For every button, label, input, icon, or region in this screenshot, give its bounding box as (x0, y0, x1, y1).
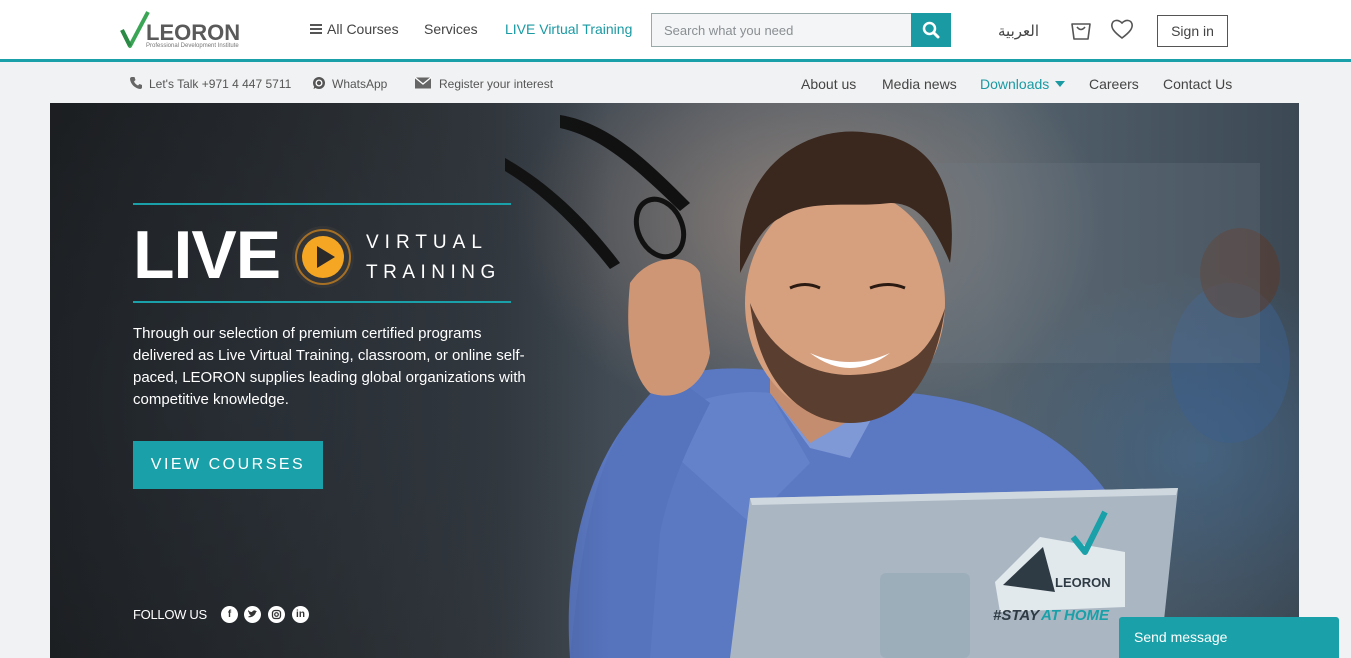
search-icon (922, 21, 940, 39)
leoron-logo[interactable]: LEORON Professional Development Institut… (120, 10, 260, 50)
badge-brand-text: LEORON (1055, 575, 1111, 590)
live-virtual-training-heading: LIVE VIRTUAL TRAINING (133, 203, 511, 303)
heart-icon[interactable] (1110, 18, 1134, 40)
caret-down-icon (1055, 81, 1066, 87)
hero-description: Through our selection of premium certifi… (133, 325, 526, 408)
downloads-dropdown[interactable]: Downloads (980, 76, 1066, 92)
downloads-label: Downloads (980, 76, 1050, 92)
facebook-icon[interactable]: f (221, 606, 238, 623)
phone-link[interactable]: Let's Talk +971 4 447 5711 (129, 77, 291, 91)
whatsapp-link[interactable]: WhatsApp (312, 77, 387, 91)
training-word: TRAINING (366, 262, 501, 283)
media-news-link[interactable]: Media news (882, 76, 957, 92)
nav-all-courses-label: All Courses (327, 21, 399, 37)
contact-us-link[interactable]: Contact Us (1163, 76, 1232, 92)
view-courses-button[interactable]: VIEW COURSES (133, 441, 323, 489)
instagram-icon[interactable] (268, 606, 285, 623)
nav-services[interactable]: Services (424, 21, 478, 37)
instagram-glyph-icon (271, 609, 282, 620)
register-interest-link[interactable]: Register your interest (414, 76, 554, 91)
envelope-icon (414, 76, 432, 89)
badge-hashtag-text: #STAY (993, 607, 1041, 624)
whatsapp-icon (313, 77, 325, 89)
register-label: Register your interest (439, 77, 554, 91)
send-message-chat-button[interactable]: Send message (1119, 617, 1339, 658)
follow-us-label: FOLLOW US (133, 607, 207, 622)
search-bar (651, 13, 951, 47)
virtual-word: VIRTUAL (366, 232, 488, 253)
badge-hashtag-text-2: AT HOME (1040, 607, 1110, 624)
twitter-icon[interactable] (244, 606, 261, 623)
language-switch[interactable]: العربية (998, 22, 1039, 40)
twitter-bird-icon (248, 610, 257, 618)
secondary-bar: Let's Talk +971 4 447 5711 WhatsApp Regi… (0, 65, 1351, 103)
hero-banner: LIVE VIRTUAL TRAINING Through our select… (50, 103, 1299, 658)
site-header: LEORON Professional Development Institut… (0, 0, 1351, 62)
careers-link[interactable]: Careers (1089, 76, 1139, 92)
live-word: LIVE (133, 217, 281, 293)
sign-in-button[interactable]: Sign in (1157, 15, 1228, 47)
menu-icon (310, 24, 322, 34)
phone-label: Let's Talk +971 4 447 5711 (149, 77, 292, 91)
phone-icon (130, 77, 142, 89)
linkedin-icon[interactable]: in (292, 606, 309, 623)
cart-icon[interactable] (1070, 18, 1092, 42)
logo-subtitle: Professional Development Institute (146, 43, 239, 49)
about-us-link[interactable]: About us (801, 76, 856, 92)
nav-live-virtual-training[interactable]: LIVE Virtual Training (505, 21, 632, 37)
stay-at-home-badge: LEORON #STAY AT HOME (993, 510, 1125, 624)
nav-all-courses[interactable]: All Courses (310, 21, 399, 37)
search-button[interactable] (911, 13, 951, 47)
search-input[interactable] (652, 14, 912, 46)
play-icon (292, 226, 354, 288)
